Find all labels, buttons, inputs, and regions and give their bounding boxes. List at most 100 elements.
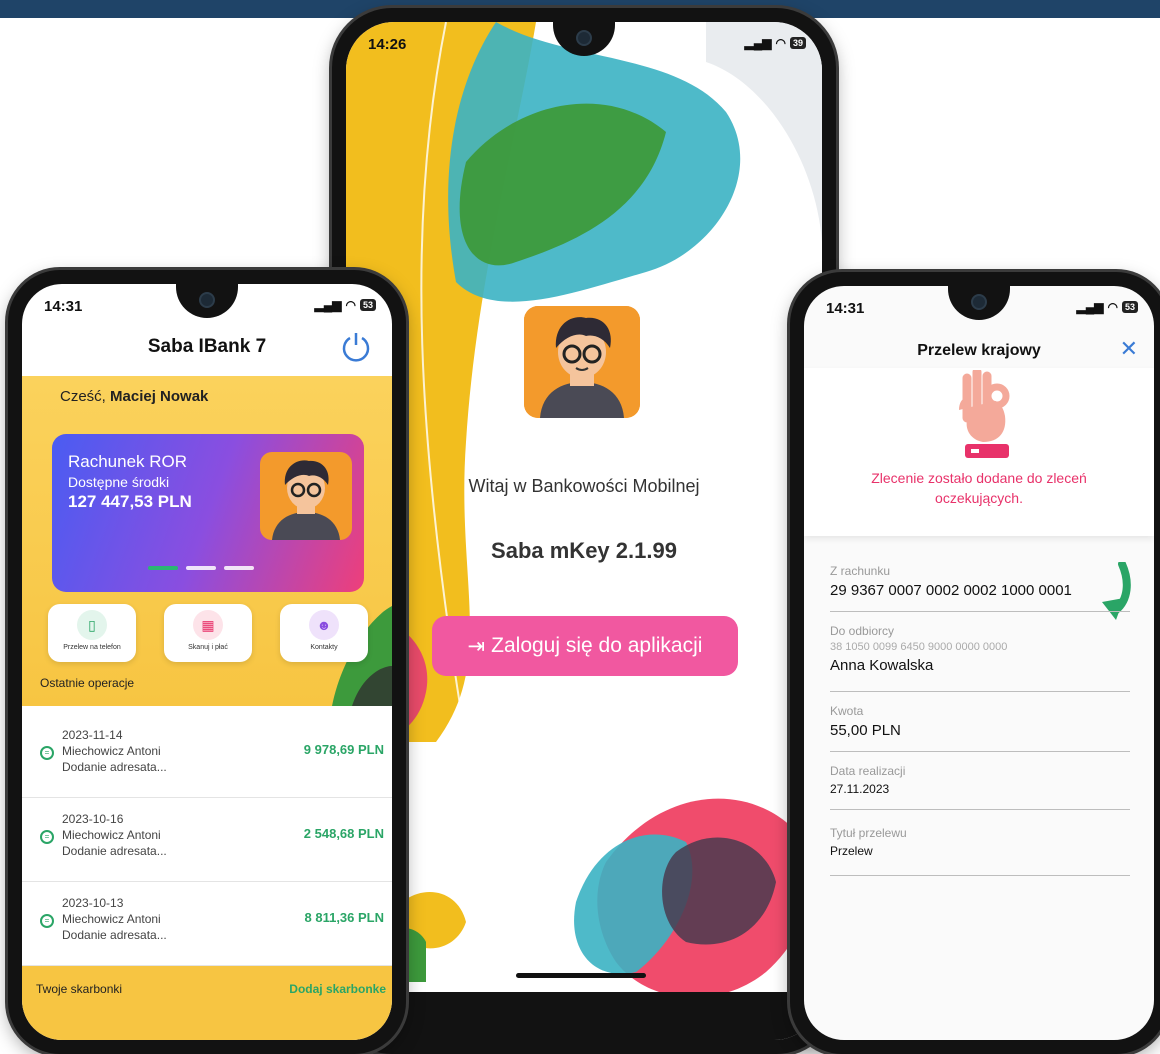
operation-date: 2023-10-16 <box>62 812 124 826</box>
field-value: 55,00 PLN <box>830 722 901 739</box>
list-item[interactable]: = 2023-11-14 Miechowicz Antoni Dodanie a… <box>22 714 392 798</box>
operations-list: = 2023-11-14 Miechowicz Antoni Dodanie a… <box>22 714 392 966</box>
carousel-dot[interactable] <box>224 566 254 570</box>
login-icon: ⇥ <box>467 634 486 658</box>
status-icons: ▂▄▆ ◠ 39 <box>745 36 806 50</box>
carousel-indicator[interactable] <box>148 566 254 570</box>
battery-icon: 53 <box>1121 301 1138 313</box>
recipient-field: Do odbiorcy 38 1050 0099 6450 9000 0000 … <box>830 624 1130 692</box>
power-icon[interactable] <box>340 330 372 362</box>
transfer-icon: = <box>40 914 54 928</box>
field-label: Tytuł przelewu <box>830 826 907 840</box>
scan-pay-button[interactable]: ▦ Skanuj i płać <box>164 604 252 662</box>
action-label: Skanuj i płać <box>188 644 228 651</box>
field-value: 27.11.2023 <box>830 782 890 796</box>
status-time: 14:31 <box>826 300 865 317</box>
balance-label: Dostępne środki <box>68 474 170 490</box>
list-item[interactable]: = 2023-10-16 Miechowicz Antoni Dodanie a… <box>22 798 392 882</box>
action-label: Przelew na telefon <box>63 644 121 651</box>
field-label: Data realizacji <box>830 764 906 778</box>
operation-name: Miechowicz Antoni <box>62 912 161 926</box>
contacts-icon: ☻ <box>309 610 339 640</box>
piggy-banks-section: Twoje skarbonki Dodaj skarbonke <box>22 966 392 1040</box>
phone-dashboard: 14:31 ▂▄▆ ◠ 53 Saba IBank 7 Cześć, Macie… <box>8 270 406 1054</box>
operation-amount: 8 811,36 PLN <box>304 910 385 925</box>
execution-date-field: Data realizacji 27.11.2023 <box>830 764 1130 810</box>
operation-desc: Dodanie adresata... <box>62 928 167 942</box>
welcome-text: Witaj w Bankowości Mobilnej <box>468 476 700 496</box>
operation-date: 2023-10-13 <box>62 896 124 910</box>
operation-name: Miechowicz Antoni <box>62 828 161 842</box>
operation-desc: Dodanie adresata... <box>62 844 167 858</box>
operation-amount: 2 548,68 PLN <box>303 826 384 841</box>
account-name: Rachunek ROR <box>68 452 188 471</box>
background-blobs <box>346 22 822 998</box>
home-indicator <box>516 973 646 978</box>
operation-name: Miechowicz Antoni <box>62 744 161 758</box>
recent-operations-label: Ostatnie operacje <box>40 676 135 690</box>
phone-transfer-confirmation: 14:31 ▂▄▆ ◠ 53 Przelew krajowy ✕ Zleceni… <box>790 272 1160 1054</box>
transfer-screen: 14:31 ▂▄▆ ◠ 53 Przelew krajowy ✕ Zleceni… <box>804 286 1154 1040</box>
status-time: 14:31 <box>44 298 83 315</box>
action-label: Kontakty <box>310 644 338 651</box>
close-icon[interactable]: ✕ <box>1120 336 1138 362</box>
from-account-field: Z rachunku 29 9367 0007 0002 0002 1000 0… <box>830 564 1130 612</box>
phone-login: 14:26 ▂▄▆ ◠ 39 Witaj w Bankowości Mobiln… <box>332 8 836 1054</box>
page-title: Przelew krajowy <box>917 342 1041 359</box>
field-label: Do odbiorcy <box>830 624 895 638</box>
quick-actions: ▯ Przelew na telefon ▦ Skanuj i płać ☻ K… <box>48 604 368 662</box>
signal-icon: ▂▄▆ <box>744 36 772 50</box>
account-card[interactable]: Rachunek ROR Dostępne środki 127 447,53 … <box>52 434 364 592</box>
greeting: Cześć, Maciej Nowak <box>60 388 208 405</box>
add-piggy-bank-button[interactable]: Dodaj skarbonke <box>289 982 386 996</box>
contacts-button[interactable]: ☻ Kontakty <box>280 604 368 662</box>
camera-icon <box>971 294 987 310</box>
avatar-illustration <box>272 460 340 540</box>
piggy-banks-label: Twoje skarbonki <box>36 982 123 996</box>
status-icons: ▂▄▆ ◠ 53 <box>1077 300 1138 314</box>
phone-icon: ▯ <box>77 610 107 640</box>
transfer-icon: = <box>40 830 54 844</box>
ok-hand-icon <box>959 370 1010 458</box>
login-button-label: Zaloguj się do aplikacji <box>491 634 703 657</box>
app-title: Saba IBank 7 <box>147 336 267 357</box>
avatar <box>260 452 352 540</box>
signal-icon: ▂▄▆ <box>1076 300 1104 314</box>
recipient-name: Anna Kowalska <box>830 657 934 674</box>
avatar <box>524 306 640 418</box>
amount-field: Kwota 55,00 PLN <box>830 704 1130 752</box>
field-value: Przelew <box>830 844 873 858</box>
recipient-account: 38 1050 0099 6450 9000 0000 0000 <box>830 641 1008 653</box>
camera-icon <box>199 292 215 308</box>
user-name: Maciej Nowak <box>110 388 209 405</box>
list-item[interactable]: = 2023-10-13 Miechowicz Antoni Dodanie a… <box>22 882 392 966</box>
success-message: Zlecenie zostało dodane do zleceń oczeku… <box>871 470 1087 506</box>
transfer-icon: = <box>40 746 54 760</box>
transfer-title-field: Tytuł przelewu Przelew <box>830 826 1130 876</box>
field-label: Kwota <box>830 704 864 718</box>
field-value: 29 9367 0007 0002 0002 1000 0001 <box>830 582 1072 599</box>
battery-icon: 53 <box>359 299 376 311</box>
login-button[interactable]: ⇥ Zaloguj się do aplikacji <box>432 616 738 676</box>
phone-transfer-button[interactable]: ▯ Przelew na telefon <box>48 604 136 662</box>
qr-code-icon: ▦ <box>193 610 223 640</box>
wifi-icon: ◠ <box>345 298 356 312</box>
field-label: Z rachunku <box>830 564 891 578</box>
operation-date: 2023-11-14 <box>62 728 123 742</box>
dashboard-screen: 14:31 ▂▄▆ ◠ 53 Saba IBank 7 Cześć, Macie… <box>22 284 392 1040</box>
carousel-dot[interactable] <box>186 566 216 570</box>
operation-desc: Dodanie adresata... <box>62 760 167 774</box>
battery-icon: 39 <box>789 37 806 49</box>
greeting-text: Cześć, <box>60 388 106 405</box>
avatar-illustration <box>524 306 640 418</box>
account-balance: 127 447,53 PLN <box>68 492 192 511</box>
operation-amount: 9 978,69 PLN <box>303 742 384 757</box>
wifi-icon: ◠ <box>1107 300 1118 314</box>
signal-icon: ▂▄▆ <box>314 298 342 312</box>
confirmation-header <box>804 368 1154 536</box>
wifi-icon: ◠ <box>775 36 786 50</box>
status-icons: ▂▄▆ ◠ 53 <box>315 298 376 312</box>
app-version: Saba mKey 2.1.99 <box>491 538 677 563</box>
bottom-bezel <box>346 992 822 1040</box>
carousel-dot[interactable] <box>148 566 178 570</box>
